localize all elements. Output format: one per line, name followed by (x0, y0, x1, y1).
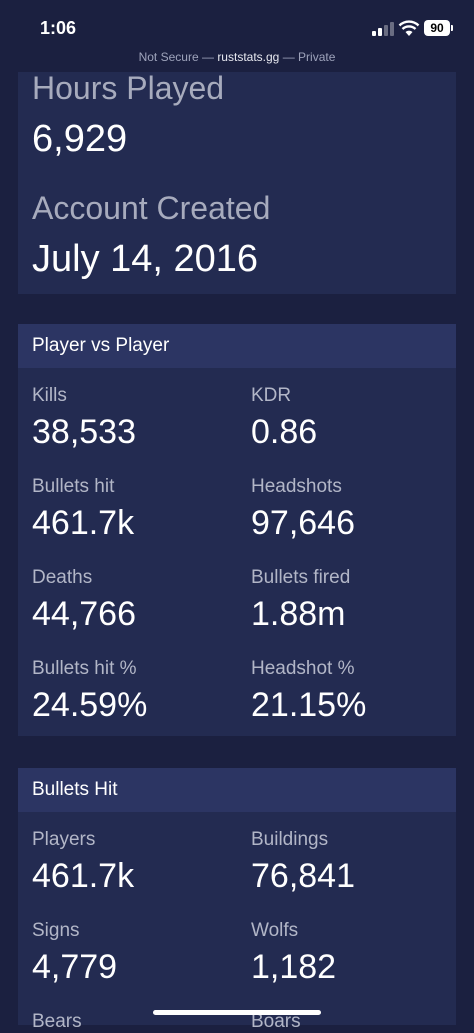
wolfs-label: Wolfs (251, 920, 299, 941)
bears-label: Bears (32, 1011, 82, 1032)
account-created-label: Account Created (32, 190, 271, 226)
private-mode-label: Private (298, 50, 336, 64)
kills-label: Kills (32, 385, 67, 406)
hours-played-label: Hours Played (32, 70, 225, 106)
bullets-hit-percent-label: Bullets hit % (32, 658, 137, 679)
bullets-hit-label: Bullets hit (32, 476, 115, 497)
signs-label: Signs (32, 920, 80, 941)
signs-value: 4,779 (32, 948, 118, 986)
wifi-icon (398, 20, 420, 36)
cellular-signal-icon (372, 22, 394, 36)
headshots-label: Headshots (251, 476, 342, 497)
players-label: Players (32, 829, 96, 850)
pvp-card-title: Player vs Player (18, 324, 456, 368)
home-indicator[interactable] (153, 1010, 321, 1015)
deaths-value: 44,766 (32, 595, 136, 633)
headshot-percent-label: Headshot % (251, 658, 355, 679)
separator: — (201, 50, 214, 64)
bullets-hit-value: 461.7k (32, 504, 135, 542)
kdr-label: KDR (251, 385, 292, 406)
url-host: ruststats.gg (217, 50, 280, 64)
buildings-value: 76,841 (251, 857, 355, 895)
separator: — (282, 50, 295, 64)
pvp-card: Player vs Player Kills 38,533 KDR 0.86 B… (18, 324, 456, 736)
battery-tip (451, 25, 453, 31)
browser-address-bar[interactable]: Not Secure — ruststats.gg — Private (0, 46, 474, 70)
headshots-value: 97,646 (251, 504, 355, 542)
bullets-fired-value: 1.88m (251, 595, 346, 633)
headshot-percent-value: 21.15% (251, 686, 367, 724)
bullets-hit-card: Bullets Hit Players 461.7k Buildings 76,… (18, 768, 456, 1032)
battery-icon: 90 (424, 20, 450, 36)
wolfs-value: 1,182 (251, 948, 337, 986)
players-value: 461.7k (32, 857, 135, 895)
bullets-hit-percent-value: 24.59% (32, 686, 148, 724)
buildings-label: Buildings (251, 829, 329, 850)
kdr-value: 0.86 (251, 413, 318, 451)
profile-summary-card: Hours Played 6,929 Account Created July … (18, 70, 456, 294)
status-time: 1:06 (40, 18, 77, 38)
deaths-label: Deaths (32, 567, 93, 588)
not-secure-label: Not Secure (138, 50, 199, 64)
status-bar: 1:06 90 (0, 0, 474, 46)
account-created-value: July 14, 2016 (32, 238, 259, 280)
bullets-hit-card-title: Bullets Hit (18, 768, 456, 812)
bullets-fired-label: Bullets fired (251, 567, 351, 588)
hours-played-value: 6,929 (32, 118, 128, 160)
kills-value: 38,533 (32, 413, 136, 451)
